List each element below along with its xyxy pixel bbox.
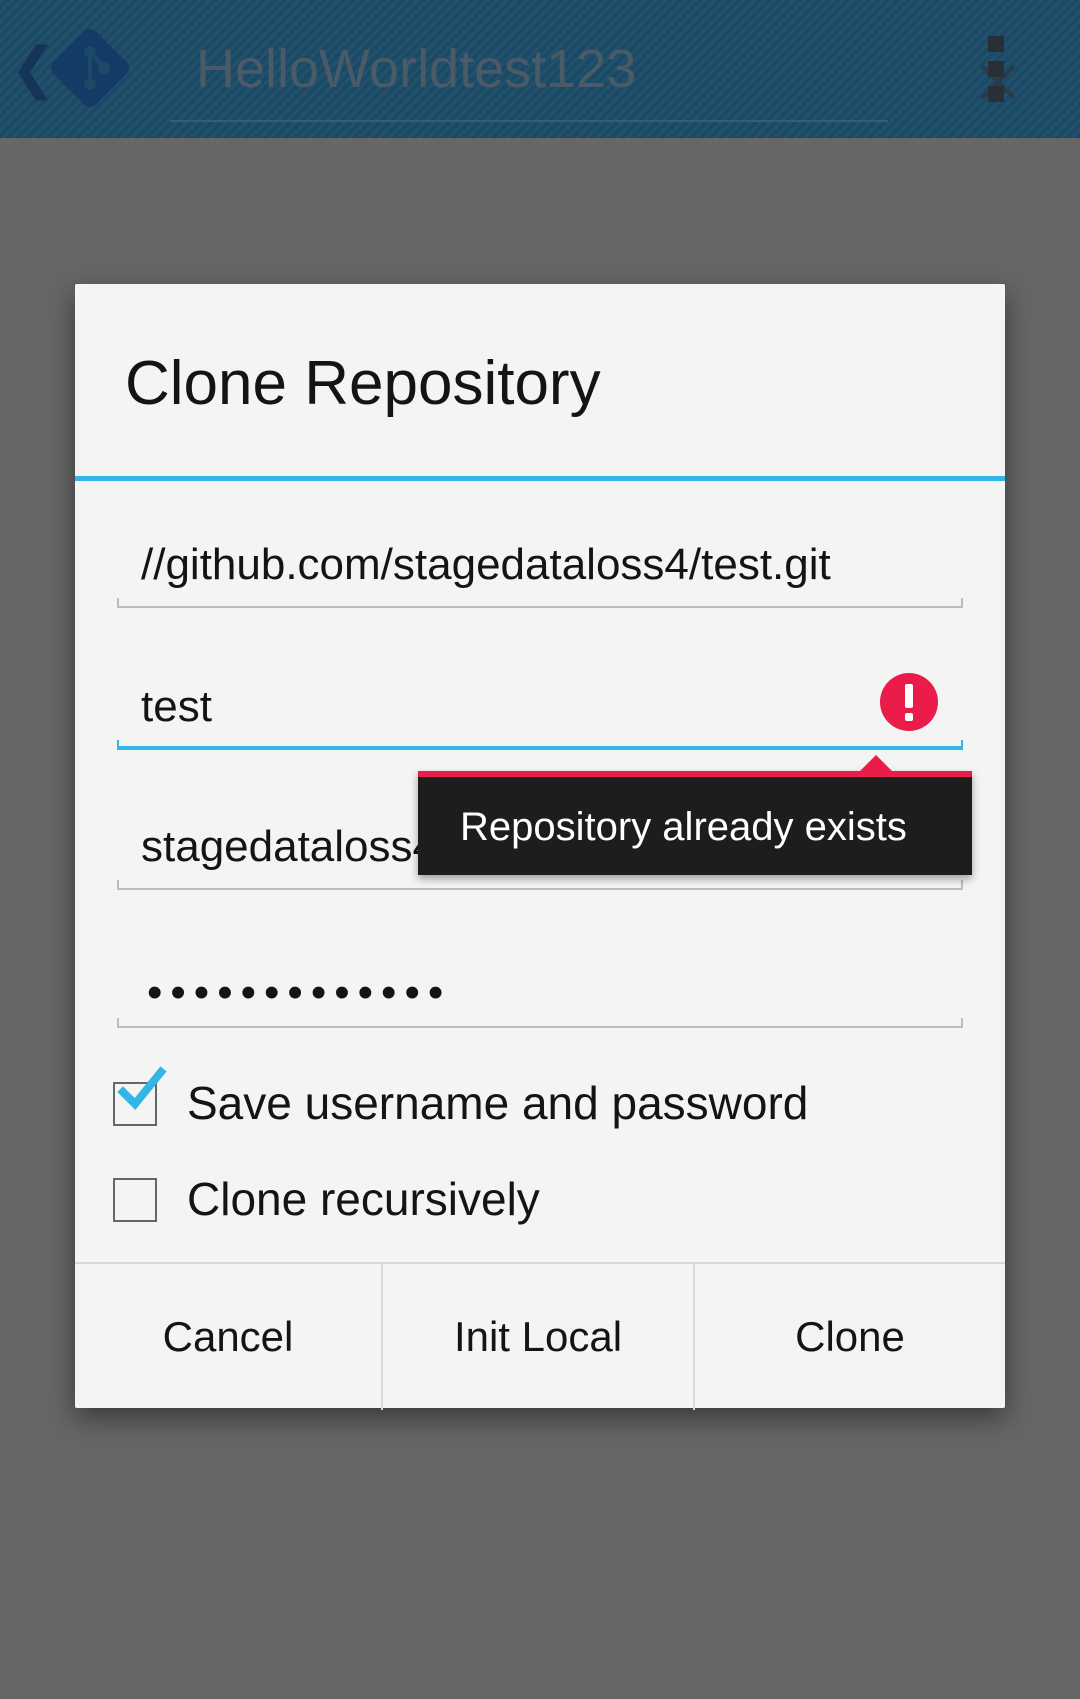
git-logo-icon[interactable] bbox=[40, 18, 140, 118]
title-divider bbox=[75, 476, 1005, 481]
search-input[interactable]: HelloWorldtest123 bbox=[170, 20, 1016, 122]
clone-repository-dialog: Clone Repository //github.com/stagedatal… bbox=[75, 284, 1005, 1410]
clone-recursively-option[interactable]: Clone recursively bbox=[113, 1166, 933, 1236]
local-path-underline bbox=[117, 740, 963, 750]
error-message: Repository already exists bbox=[460, 805, 907, 849]
error-popup: Repository already exists bbox=[418, 755, 972, 875]
local-path-field[interactable]: test bbox=[117, 670, 963, 750]
username-value: stagedataloss4 bbox=[141, 822, 437, 871]
clone-recursively-checkbox[interactable] bbox=[113, 1178, 157, 1222]
dialog-button-bar: Cancel Init Local Clone bbox=[75, 1262, 1005, 1410]
overflow-menu-icon[interactable] bbox=[984, 36, 1008, 102]
username-underline bbox=[117, 880, 963, 890]
search-text: HelloWorldtest123 bbox=[196, 39, 637, 99]
save-credentials-label: Save username and password bbox=[187, 1077, 809, 1129]
save-credentials-option[interactable]: Save username and password bbox=[113, 1066, 933, 1140]
error-exclamation-icon bbox=[880, 673, 938, 731]
remote-url-field[interactable]: //github.com/stagedataloss4/test.git bbox=[117, 528, 963, 608]
error-popup-pointer bbox=[860, 755, 892, 771]
clone-button[interactable]: Clone bbox=[695, 1264, 1005, 1410]
local-path-value: test bbox=[141, 682, 212, 731]
clone-recursively-label: Clone recursively bbox=[187, 1173, 540, 1225]
remote-url-underline bbox=[117, 598, 963, 608]
password-underline bbox=[117, 1018, 963, 1028]
password-field[interactable]: ••••••••••••• bbox=[117, 948, 963, 1028]
password-value: ••••••••••••• bbox=[147, 968, 452, 1017]
init-local-button[interactable]: Init Local bbox=[383, 1264, 695, 1410]
dialog-title: Clone Repository bbox=[125, 349, 601, 418]
action-bar: ❮ HelloWorldtest123 bbox=[0, 0, 1080, 138]
cancel-button[interactable]: Cancel bbox=[75, 1264, 383, 1410]
checkmark-icon bbox=[117, 1066, 167, 1110]
remote-url-value: //github.com/stagedataloss4/test.git bbox=[141, 540, 831, 589]
